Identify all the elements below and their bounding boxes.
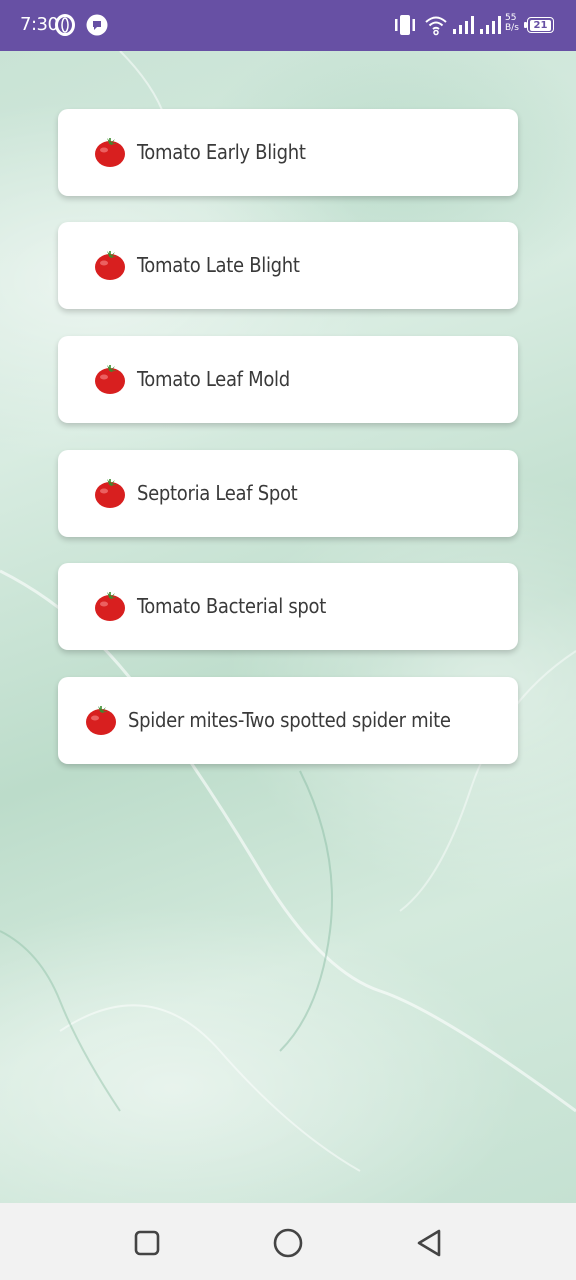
chat-icon — [86, 14, 108, 36]
signal-icon — [453, 16, 474, 34]
network-speed: 55 B/s — [505, 13, 521, 33]
tomato-icon — [93, 362, 127, 396]
disease-card-label: Tomato Bacterial spot — [137, 594, 326, 618]
navigation-bar — [0, 1203, 576, 1280]
battery-icon: 21 — [524, 17, 554, 33]
network-speed-value: 55 — [505, 13, 517, 23]
tomato-icon — [93, 135, 127, 169]
disease-card-label: Spider mites-Two spotted spider mite — [128, 708, 451, 732]
wifi-icon — [425, 16, 447, 36]
tomato-icon — [93, 589, 127, 623]
disease-card[interactable]: Tomato Late Blight — [58, 222, 518, 309]
tomato-icon — [93, 248, 127, 282]
tomato-icon — [84, 703, 118, 737]
disease-card[interactable]: Tomato Leaf Mold — [58, 336, 518, 423]
disease-card[interactable]: Tomato Bacterial spot — [58, 563, 518, 650]
vibrate-icon — [395, 15, 415, 35]
disease-list-screen: Tomato Early Blight Tomato Late Blight Tom… — [0, 51, 576, 1203]
disease-card-label: Tomato Leaf Mold — [137, 367, 290, 391]
disease-card[interactable]: Spider mites-Two spotted spider mite — [58, 677, 518, 764]
network-speed-unit: B/s — [505, 23, 519, 33]
disease-card[interactable]: Tomato Early Blight — [58, 109, 518, 196]
back-icon[interactable] — [412, 1226, 446, 1260]
disease-card-label: Septoria Leaf Spot — [137, 481, 298, 505]
disease-card[interactable]: Septoria Leaf Spot — [58, 450, 518, 537]
tomato-icon — [93, 476, 127, 510]
disease-card-label: Tomato Late Blight — [137, 253, 300, 277]
status-bar: 7:30 55 B/s 21 — [0, 0, 576, 51]
signal-icon — [480, 16, 501, 34]
disease-card-label: Tomato Early Blight — [137, 140, 306, 164]
home-icon[interactable] — [271, 1226, 305, 1260]
opera-icon — [55, 14, 75, 36]
recents-icon[interactable] — [130, 1226, 164, 1260]
status-time: 7:30 — [20, 14, 59, 35]
battery-level: 21 — [533, 20, 548, 31]
